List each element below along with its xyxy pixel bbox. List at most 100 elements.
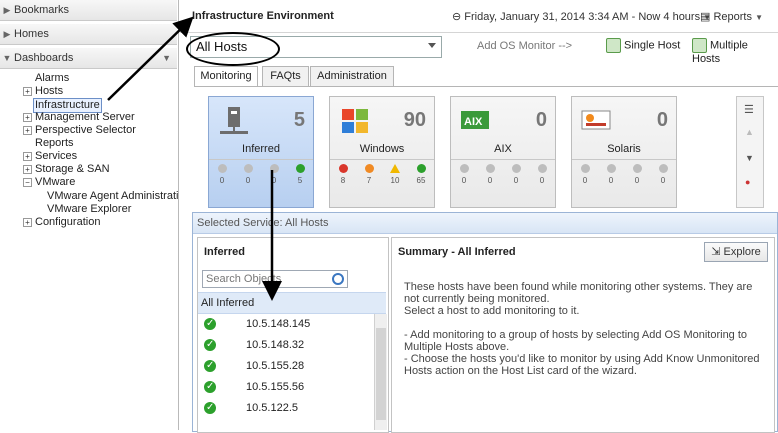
list-item[interactable]: 10.5.155.28 — [204, 356, 374, 376]
stat-major: 0 — [598, 164, 624, 185]
list-item[interactable]: 10.5.155.56 — [204, 377, 374, 397]
tree-item-configuration[interactable]: Configuration — [35, 216, 100, 229]
page-title: Infrastructure Environment — [192, 10, 334, 22]
stat-warning: 0 — [261, 164, 287, 185]
tile-aix[interactable]: AIX 0 AIX 0 0 0 0 — [450, 96, 556, 208]
stat-critical: 0 — [209, 164, 235, 185]
highlight-ellipse — [186, 32, 280, 66]
tile-name: AIX — [494, 143, 512, 155]
tree-item-alarms[interactable]: Alarms — [35, 72, 69, 85]
tile-count: 0 — [656, 109, 668, 131]
summary-body: These hosts have been found while monito… — [404, 281, 760, 377]
summary-title: Summary - All Inferred — [398, 246, 516, 258]
tile-inferred[interactable]: 5 Inferred 0 0 0 5 — [208, 96, 314, 208]
single-host-button[interactable]: Single Host — [606, 38, 680, 53]
selected-service-header: Selected Service: All Hosts — [193, 213, 777, 234]
tree-item-vmware-explorer[interactable]: VMware Explorer — [47, 203, 131, 216]
expand-icon[interactable]: + — [23, 218, 32, 227]
scroll-down-icon[interactable]: ▼ — [745, 153, 754, 163]
reports-menu[interactable]: ▤ Reports ▼ — [700, 10, 763, 23]
tile-stats: 0 0 0 0 — [451, 159, 555, 194]
stat-major: 0 — [235, 164, 261, 185]
list-scrollbar[interactable] — [374, 314, 387, 430]
stat-critical: 0 — [572, 164, 598, 185]
tree-item-reports[interactable]: Reports — [35, 137, 74, 150]
tile-toolbar: ☰ ▲ ▼ ● — [736, 96, 764, 208]
tab-administration[interactable]: Administration — [310, 66, 394, 86]
list-item[interactable]: 10.5.148.145 — [204, 314, 374, 334]
tree-item-vmware[interactable]: VMware — [35, 176, 75, 189]
filter-icon[interactable]: ● — [745, 177, 750, 187]
tree-item-vmware-agent-admin[interactable]: VMware Agent Administrati — [47, 190, 178, 203]
bookmarks-header[interactable]: ▶ Bookmarks — [0, 0, 177, 21]
list-item-all-inferred[interactable]: All Inferred — [198, 292, 386, 314]
time-range-selector[interactable]: ⊖ Friday, January 31, 2014 3:34 AM - Now… — [452, 10, 711, 23]
tab-monitoring[interactable]: Monitoring — [194, 66, 258, 87]
tree-item-storage-san[interactable]: Storage & SAN — [35, 163, 110, 176]
stat-normal: 0 — [529, 164, 555, 185]
search-input[interactable]: Search Objects — [202, 270, 348, 288]
tile-name: Windows — [359, 143, 405, 155]
pin-icon[interactable]: ▼ — [162, 48, 171, 68]
tile-count: 90 — [403, 109, 426, 131]
list-item[interactable]: 10.5.148.32 — [204, 335, 374, 355]
tree-item-hosts[interactable]: Hosts — [35, 85, 63, 98]
tile-solaris[interactable]: 0 Solaris 0 0 0 0 — [571, 96, 677, 208]
homes-header[interactable]: ▶ Homes — [0, 24, 177, 45]
summary-panel: Summary - All Inferred ⇲ Explore These h… — [391, 237, 775, 433]
chevron-right-icon: ▶ — [3, 5, 11, 15]
check-icon — [204, 314, 216, 334]
stat-normal: 5 — [287, 164, 313, 185]
list-item[interactable]: 10.5.122.5 — [204, 398, 374, 418]
scroll-up-icon[interactable]: ▲ — [745, 127, 754, 137]
stat-warning: 0 — [503, 164, 529, 185]
report-icon: ▤ — [700, 11, 711, 23]
chevron-right-icon: ▶ — [3, 29, 11, 39]
stat-critical: 0 — [451, 164, 477, 185]
tab-faqts[interactable]: FAQts — [262, 66, 309, 86]
tree-item-services[interactable]: Services — [35, 150, 77, 163]
expand-icon[interactable]: + — [23, 113, 32, 122]
add-host-icon — [606, 38, 621, 53]
main-content: Infrastructure Environment ⊖ Friday, Jan… — [180, 0, 778, 433]
add-hosts-icon — [692, 38, 707, 53]
stat-major: 0 — [477, 164, 503, 185]
clock-icon: ⊖ — [452, 11, 462, 23]
stat-critical: 8 — [330, 164, 356, 185]
collapse-icon[interactable]: − — [23, 178, 32, 187]
add-os-monitor-label: Add OS Monitor --> — [477, 40, 573, 52]
left-navigation: ▶ Bookmarks ▶ Homes ▼ Dashboards ▼ Alarms +… — [0, 0, 179, 430]
scrollbar-thumb[interactable] — [376, 328, 386, 420]
stat-warning: 10 — [382, 164, 408, 185]
check-icon — [204, 356, 216, 376]
tile-windows[interactable]: 90 Windows 8 7 10 65 — [329, 96, 435, 208]
expand-icon[interactable]: + — [23, 165, 32, 174]
check-icon — [204, 398, 216, 418]
tile-stats: 0 0 0 5 — [209, 159, 313, 194]
expand-icon[interactable]: + — [23, 87, 32, 96]
chevron-down-icon — [428, 43, 436, 48]
multiple-hosts-button[interactable]: Multiple Hosts — [692, 38, 778, 65]
dashboards-header[interactable]: ▼ Dashboards ▼ — [0, 48, 177, 69]
selected-service-panel: Selected Service: All Hosts Inferred Sea… — [192, 212, 778, 433]
explore-icon: ⇲ — [711, 246, 721, 258]
expand-icon[interactable]: + — [23, 152, 32, 161]
server-icon — [217, 105, 251, 137]
tile-count: 5 — [293, 109, 305, 131]
check-icon — [204, 377, 216, 397]
stat-warning: 0 — [624, 164, 650, 185]
explore-button[interactable]: ⇲ Explore — [704, 242, 768, 262]
chevron-down-icon: ▼ — [2, 53, 12, 63]
list-view-icon[interactable]: ☰ — [744, 103, 754, 116]
tile-stats: 0 0 0 0 — [572, 159, 676, 194]
tile-name: Solaris — [607, 143, 641, 155]
expand-icon[interactable]: + — [23, 126, 32, 135]
inferred-list-panel: Inferred Search Objects All Inferred 10.… — [197, 237, 389, 433]
search-icon[interactable] — [332, 273, 344, 285]
page-header: Infrastructure Environment ⊖ Friday, Jan… — [180, 0, 778, 33]
svg-text:AIX: AIX — [464, 116, 483, 128]
tree-item-perspective-selector[interactable]: Perspective Selector — [35, 124, 136, 137]
tree-item-management-server[interactable]: Management Server — [35, 111, 135, 124]
chevron-down-icon: ▼ — [755, 13, 763, 22]
windows-icon — [338, 105, 372, 137]
